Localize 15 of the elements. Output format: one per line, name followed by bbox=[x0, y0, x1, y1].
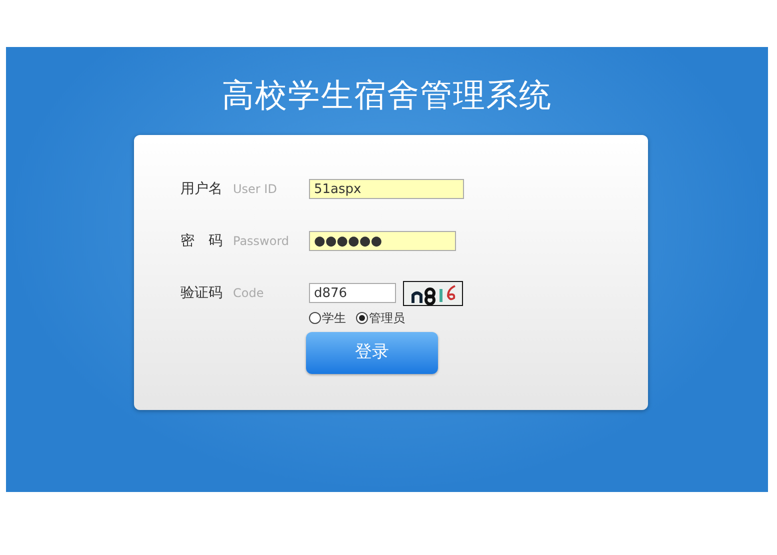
field-label: 密 码 bbox=[180, 232, 224, 250]
code-field[interactable]: d876 bbox=[309, 283, 396, 303]
system-title: 高校学生宿舍管理系统 bbox=[221, 75, 553, 115]
radio-label[interactable]: 学生 bbox=[322, 309, 346, 327]
radio-button[interactable] bbox=[309, 312, 321, 324]
user-id-field[interactable]: 51aspx bbox=[309, 179, 464, 199]
field-hint: Password bbox=[233, 233, 290, 250]
field-label: 验证码 bbox=[180, 284, 224, 302]
field-label: 用户名 bbox=[180, 180, 224, 198]
radio-label[interactable]: 管理员 bbox=[369, 309, 405, 327]
field-hint: Code bbox=[233, 285, 265, 302]
captcha-image bbox=[403, 280, 463, 306]
radio-button[interactable] bbox=[356, 312, 368, 324]
field-hint: User ID bbox=[233, 181, 278, 198]
password-field[interactable]: ●●●●●● bbox=[309, 231, 456, 251]
